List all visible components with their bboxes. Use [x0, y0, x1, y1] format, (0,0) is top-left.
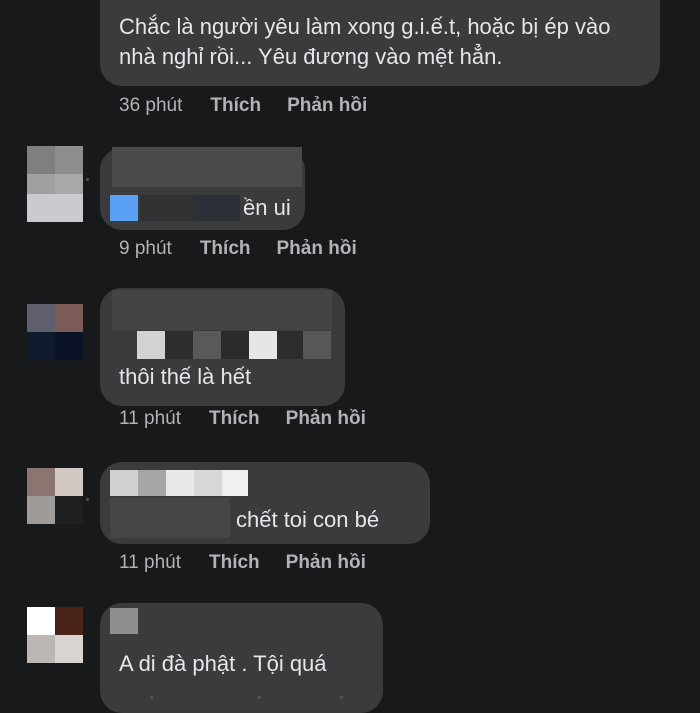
- avatar[interactable]: [27, 607, 83, 663]
- censor-block: [110, 498, 230, 538]
- avatar[interactable]: [27, 468, 83, 524]
- avatar-fragment: [27, 194, 83, 222]
- comment-text: A di đà phật . Tội quá: [119, 651, 327, 676]
- comment-text: ền ui: [243, 195, 291, 220]
- like-button[interactable]: Thích: [210, 95, 261, 117]
- comment-meta: 36 phút Thích Phản hồi: [119, 95, 393, 117]
- censor-block: [303, 331, 331, 359]
- censor-block: [137, 331, 165, 359]
- reply-button[interactable]: Phản hồi: [277, 238, 357, 260]
- censor-block: [166, 470, 194, 496]
- censor-block: [138, 470, 166, 496]
- censor-block: [193, 331, 221, 359]
- censor-block: [222, 470, 248, 496]
- like-button[interactable]: Thích: [209, 552, 260, 574]
- censor-block: [110, 470, 138, 496]
- like-button[interactable]: Thích: [200, 238, 251, 260]
- censor-block: [195, 195, 240, 221]
- censor-block: [140, 195, 195, 221]
- like-button[interactable]: Thích: [209, 408, 260, 430]
- censor-block: [165, 331, 193, 359]
- dot: [86, 178, 89, 181]
- dot: [150, 696, 153, 699]
- censor-block: [221, 331, 249, 359]
- censor-block: [112, 147, 302, 187]
- censor-block: [277, 331, 303, 359]
- dot: [340, 696, 343, 699]
- comment-time: 36 phút: [119, 95, 183, 116]
- comment-time: 11 phút: [119, 408, 181, 429]
- censor-block: [249, 331, 277, 359]
- comment-time: 11 phút: [119, 552, 181, 573]
- comment-text: chết toi con bé: [236, 507, 380, 532]
- reply-button[interactable]: Phản hồi: [286, 408, 366, 430]
- censor-block: [194, 470, 222, 496]
- avatar[interactable]: [27, 304, 83, 360]
- censor-block: [110, 195, 138, 221]
- comment-text: Chắc là người yêu làm xong g.i.ế.t, hoặc…: [119, 14, 611, 69]
- comment-meta: 11 phút Thích Phản hồi: [119, 408, 392, 430]
- reply-button[interactable]: Phản hồi: [287, 95, 367, 117]
- dot: [258, 696, 261, 699]
- comment-text: thôi thế là hết: [119, 364, 252, 389]
- reply-button[interactable]: Phản hồi: [286, 552, 366, 574]
- comment-meta: 9 phút Thích Phản hồi: [119, 238, 383, 260]
- dot: [86, 498, 89, 501]
- censor-block: [112, 290, 332, 330]
- comment-time: 9 phút: [119, 238, 172, 259]
- comment-meta: 11 phút Thích Phản hồi: [119, 552, 392, 574]
- censor-block: [110, 608, 138, 634]
